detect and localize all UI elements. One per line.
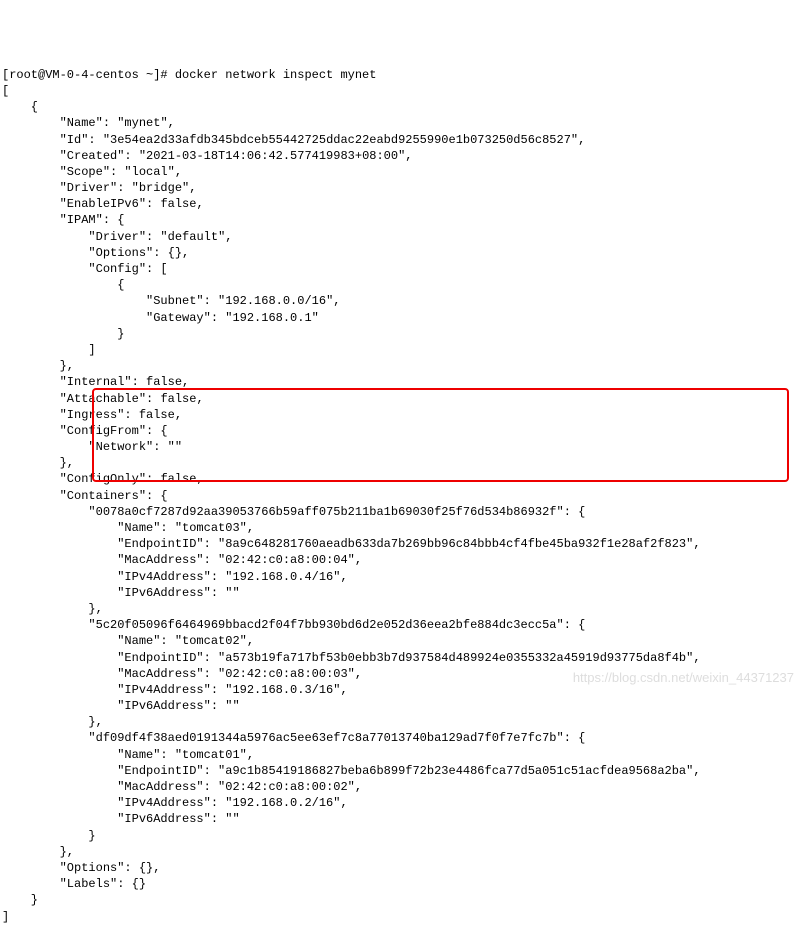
ipam-driver: default <box>168 230 218 244</box>
container-endpoint: a573b19fa717bf53b0ebb3b7d937584d489924e0… <box>225 651 686 665</box>
net-enableipv6: false <box>160 197 196 211</box>
container-mac: 02:42:c0:a8:00:04 <box>225 553 347 567</box>
container-id: df09df4f38aed0191344a5976ac5ee63ef7c8a77… <box>96 731 557 745</box>
net-labels: {} <box>132 877 146 891</box>
net-attachable: false <box>160 392 196 406</box>
container-ipv4: 192.168.0.2/16 <box>232 796 333 810</box>
container-mac: 02:42:c0:a8:00:02 <box>225 780 347 794</box>
net-name: mynet <box>124 116 160 130</box>
container-endpoint: a9c1b85419186827beba6b899f72b23e4486fca7… <box>225 764 686 778</box>
net-configonly: false <box>160 472 196 486</box>
shell-prompt: [root@VM-0-4-centos ~]# docker network i… <box>2 68 376 82</box>
net-id: 3e54ea2d33afdb345bdceb55442725ddac22eabd… <box>110 133 571 147</box>
net-ingress: false <box>139 408 175 422</box>
net-internal: false <box>146 375 182 389</box>
net-scope: local <box>132 165 168 179</box>
net-driver: bridge <box>139 181 182 195</box>
net-created: 2021-03-18T14:06:42.577419983+08:00 <box>146 149 398 163</box>
container-name: tomcat03 <box>182 521 240 535</box>
watermark-text: https://blog.csdn.net/weixin_44371237 <box>573 669 794 687</box>
net-options: {} <box>139 861 153 875</box>
highlight-box <box>92 388 789 482</box>
container-name: tomcat02 <box>182 634 240 648</box>
container-endpoint: 8a9c648281760aeadb633da7b269bb96c84bbb4c… <box>225 537 686 551</box>
ipam-subnet: 192.168.0.0/16 <box>225 294 326 308</box>
container-id: 0078a0cf7287d92aa39053766b59aff075b211ba… <box>96 505 557 519</box>
container-id: 5c20f05096f6464969bbacd2f04f7bb930bd6d2e… <box>96 618 557 632</box>
ipam-options: {} <box>168 246 182 260</box>
ipam-gateway: 192.168.0.1 <box>232 311 311 325</box>
container-ipv4: 192.168.0.4/16 <box>232 570 333 584</box>
container-mac: 02:42:c0:a8:00:03 <box>225 667 347 681</box>
container-ipv4: 192.168.0.3/16 <box>232 683 333 697</box>
container-name: tomcat01 <box>182 748 240 762</box>
